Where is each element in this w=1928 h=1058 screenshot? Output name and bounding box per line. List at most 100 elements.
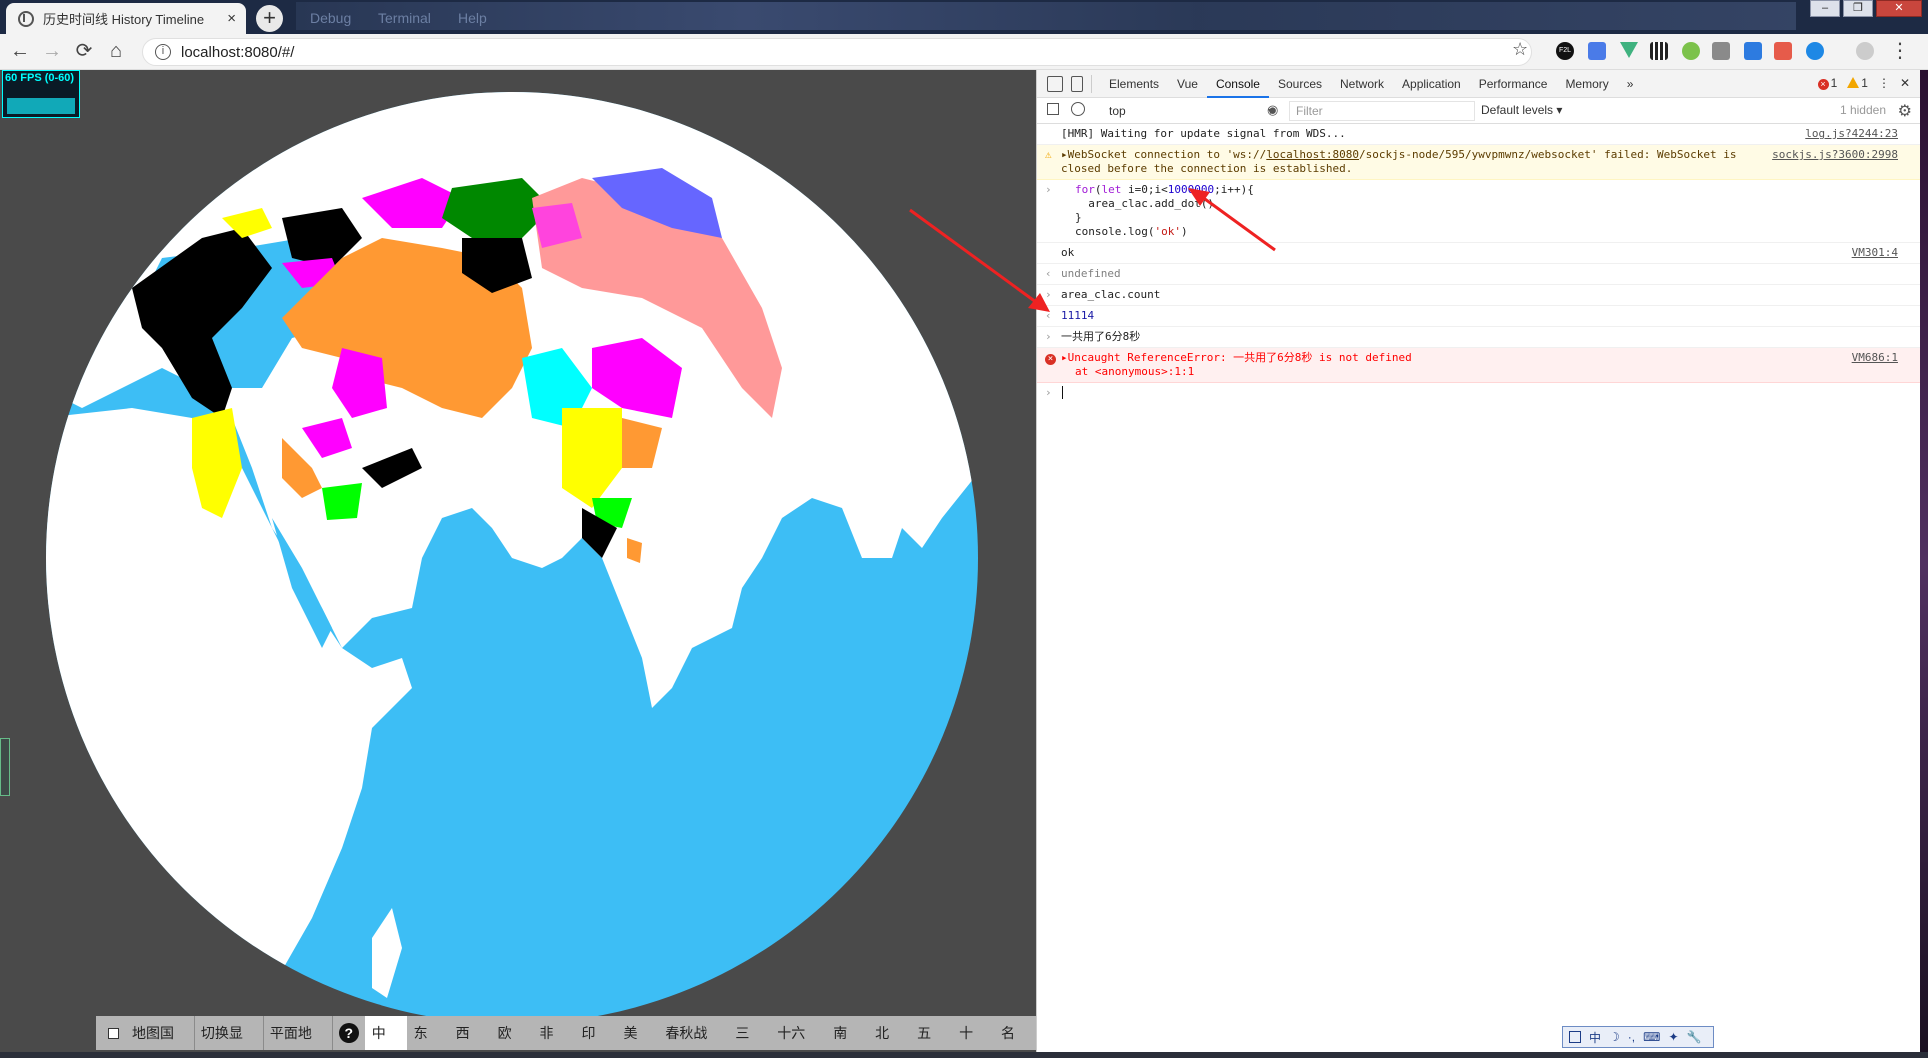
qr-code-icon[interactable] (1650, 42, 1668, 60)
vue-devtools-icon[interactable] (1620, 42, 1638, 58)
devtools-close-icon[interactable]: ✕ (1900, 76, 1910, 90)
close-window-button[interactable]: ✕ (1876, 0, 1922, 17)
translate-extension-icon[interactable] (1588, 42, 1606, 60)
era-tab[interactable]: 美洲 (616, 1016, 658, 1050)
camera-icon[interactable] (1712, 42, 1730, 60)
tab-sources[interactable]: Sources (1269, 70, 1331, 98)
toggle-display-button[interactable]: 切换显示 (195, 1016, 264, 1050)
tab-console[interactable]: Console (1206, 70, 1269, 98)
error-counter[interactable]: × 1 (1817, 76, 1837, 90)
code-line-1: for(let i=0;i<1000000;i++){ (1075, 183, 1770, 197)
console-log-row: [HMR] Waiting for update signal from WDS… (1037, 124, 1920, 145)
browser-tab-active[interactable]: 历史时间线 History Timeline × (6, 3, 246, 34)
tab-application[interactable]: Application (1393, 70, 1470, 98)
address-bar[interactable]: i localhost:8080/#/ (142, 38, 1532, 66)
minimize-button[interactable]: – (1810, 0, 1840, 17)
era-tab[interactable]: 名人 (994, 1016, 1036, 1050)
ghost-menu-help: Help (458, 10, 487, 26)
ime-item[interactable]: 中 (1589, 1029, 1601, 1046)
warning-link[interactable]: localhost:8080 (1266, 148, 1359, 161)
maximize-button[interactable]: ❐ (1843, 0, 1873, 17)
country-names-checkbox[interactable] (108, 1027, 119, 1039)
devtools-panel: Elements Vue Console Sources Network App… (1036, 70, 1920, 1058)
profile-avatar-icon[interactable] (1856, 42, 1874, 60)
era-tab[interactable]: 三国 (728, 1016, 770, 1050)
browser-menu-icon[interactable]: ⋮ (1888, 40, 1912, 64)
bookmark-star-icon[interactable]: ☆ (1512, 39, 1528, 60)
warning-counter[interactable]: 1 (1847, 76, 1868, 90)
era-tab[interactable]: 印度 (574, 1016, 616, 1050)
era-tab[interactable]: 十六国 (770, 1016, 826, 1050)
tab-network[interactable]: Network (1331, 70, 1393, 98)
warning-row-icon: ⚠ (1045, 148, 1052, 161)
ime-toolbar[interactable]: 中 ☽ ·, ⌨ ✦ 🔧 (1562, 1026, 1714, 1048)
text-caret (1062, 386, 1070, 399)
code-text: console.log( (1075, 225, 1155, 238)
globe-map[interactable] (42, 88, 982, 1028)
proxy-extension-icon[interactable] (1806, 42, 1824, 60)
era-tab[interactable]: 北朝 (868, 1016, 910, 1050)
ime-item[interactable]: ·, (1628, 1030, 1635, 1044)
new-tab-button[interactable]: + (256, 5, 283, 32)
console-log-row: ok VM301:4 (1037, 243, 1920, 264)
source-link[interactable]: log.js?4244:23 (1805, 127, 1898, 141)
ime-logo-icon (1569, 1031, 1581, 1043)
inspect-element-icon[interactable] (1047, 75, 1063, 92)
era-tab[interactable]: 非洲 (533, 1016, 575, 1050)
console-output[interactable]: [HMR] Waiting for update signal from WDS… (1037, 124, 1920, 403)
era-tab[interactable]: 南朝 (826, 1016, 868, 1050)
ime-item[interactable]: ☽ (1609, 1030, 1620, 1044)
warning-prefix: ▸WebSocket connection to 'ws:// (1061, 148, 1267, 161)
help-icon[interactable]: ? (338, 1023, 359, 1043)
devtools-status: × 1 1 ⋮ ✕ (1817, 76, 1910, 90)
log-levels-dropdown[interactable]: Default levels ▾ (1481, 103, 1562, 117)
page-viewport[interactable]: 60 FPS (0-60) 地图国 切换显 平面地 ? 中 东 西 欧 非 印 … (0, 70, 1036, 1058)
download-icon[interactable] (1744, 42, 1762, 60)
back-button[interactable]: ← (8, 40, 32, 64)
tab-memory[interactable]: Memory (1556, 70, 1617, 98)
context-selector[interactable]: top (1107, 102, 1279, 120)
ime-item[interactable]: 🔧 (1687, 1030, 1702, 1044)
console-filter-input[interactable]: Filter (1289, 101, 1475, 121)
era-tab[interactable]: 春秋战国 (658, 1016, 728, 1050)
era-tab[interactable]: 五代 (910, 1016, 952, 1050)
flat-map-button[interactable]: 平面地图 (264, 1016, 333, 1050)
tab-performance[interactable]: Performance (1470, 70, 1557, 98)
tab-strip: Debug Terminal Help 历史时间线 History Timeli… (0, 0, 1928, 34)
tab-vue[interactable]: Vue (1168, 70, 1207, 98)
node-extension-icon[interactable] (1682, 42, 1700, 60)
era-tab[interactable]: 东亚 (407, 1016, 449, 1050)
toggle-country-names[interactable]: 地图国名 (126, 1016, 195, 1050)
tab-elements[interactable]: Elements (1100, 70, 1168, 98)
source-link[interactable]: VM686:1 (1852, 351, 1898, 365)
console-prompt-row[interactable]: › (1037, 383, 1920, 403)
home-button[interactable]: ⌂ (104, 40, 128, 64)
prompt-chevron-icon: › (1045, 386, 1052, 399)
era-tab[interactable]: 欧洲 (491, 1016, 533, 1050)
close-tab-icon[interactable]: × (227, 10, 236, 27)
era-tab[interactable]: 中国 (364, 1016, 407, 1050)
ime-item[interactable]: ✦ (1668, 1030, 1678, 1044)
console-settings-gear-icon[interactable]: ⚙ (1898, 101, 1912, 121)
live-expression-eye-icon[interactable]: ◉ (1267, 102, 1278, 118)
log-message: ok (1061, 246, 1075, 259)
device-toolbar-icon[interactable] (1071, 75, 1083, 92)
clear-console-icon[interactable] (1071, 102, 1085, 116)
era-tab[interactable]: 西亚 (449, 1016, 491, 1050)
sidebar-toggle-icon[interactable] (1047, 103, 1059, 115)
source-link[interactable]: VM301:4 (1852, 246, 1898, 260)
source-link[interactable]: sockjs.js?3600:2998 (1772, 148, 1898, 162)
side-panel-handle[interactable] (0, 738, 10, 796)
devtools-menu-icon[interactable]: ⋮ (1878, 76, 1890, 90)
era-tab[interactable]: 十国 (952, 1016, 994, 1050)
ime-item[interactable]: ⌨ (1643, 1030, 1660, 1044)
error-icon: × (1817, 79, 1829, 90)
code-number: 1000000 (1167, 183, 1215, 196)
code-text: i=0;i< (1121, 183, 1168, 196)
reload-button[interactable]: ⟳ (72, 40, 96, 64)
screen-capture-icon[interactable] (1774, 42, 1792, 60)
f2l-extension-icon[interactable]: F2L (1556, 42, 1574, 60)
forward-button[interactable]: → (40, 40, 64, 64)
site-info-icon[interactable]: i (155, 44, 171, 60)
more-tabs-icon[interactable]: » (1618, 70, 1643, 98)
